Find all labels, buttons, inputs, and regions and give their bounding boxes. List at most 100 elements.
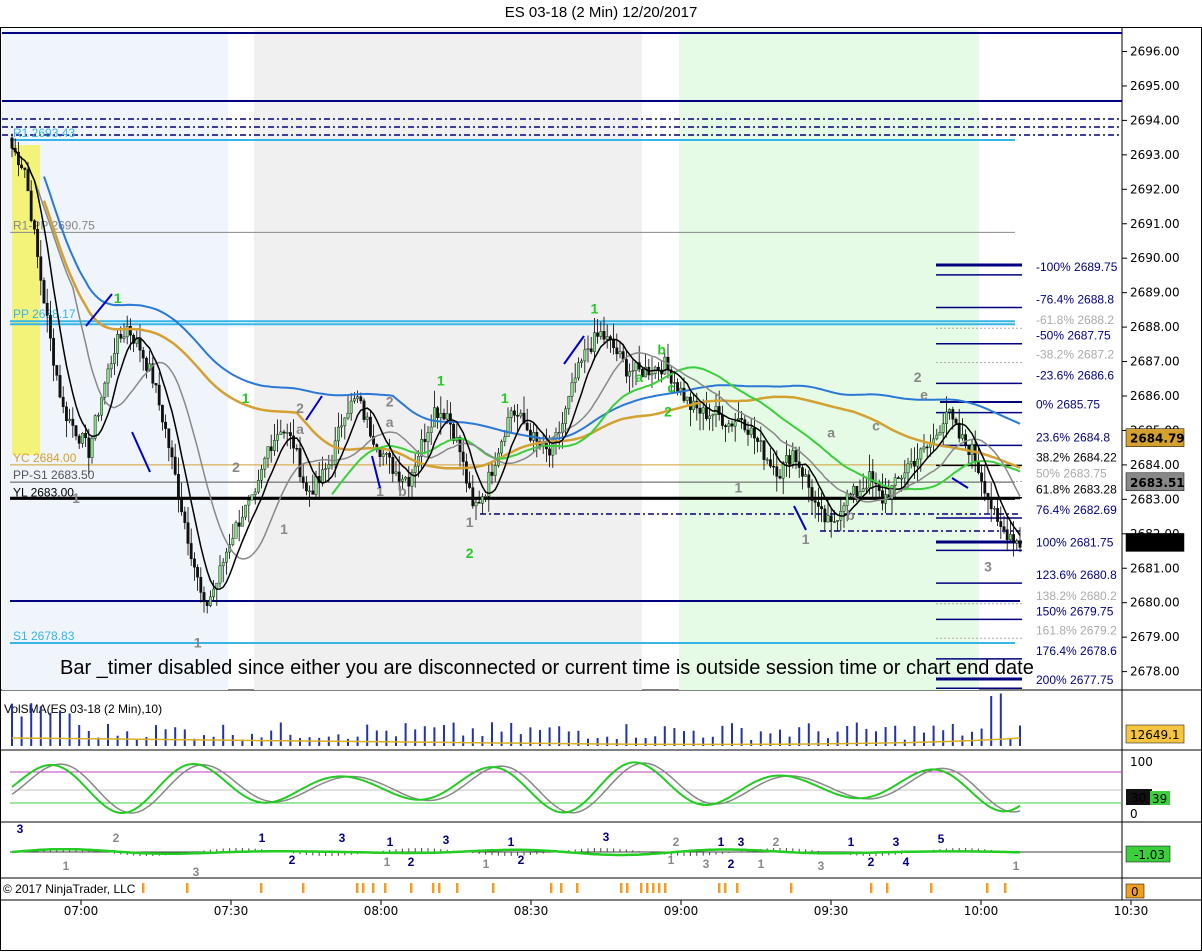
chart-canvas[interactable]: 2696.00 2695.00 2694.00 2693.00 2692.00 2691.… (0, 0, 1202, 952)
candle-body (84, 433, 88, 439)
volume-bar (462, 735, 465, 746)
macd-wave-label: 2 (673, 835, 680, 849)
price-tick-label: 2683.00 (1130, 492, 1180, 506)
fib-label: 0% 2685.75 (1036, 398, 1100, 412)
candle-body (724, 425, 728, 427)
candle-body (29, 190, 33, 221)
candle-body (186, 522, 190, 544)
timer-tick (870, 883, 873, 893)
candle-body (577, 362, 580, 379)
candle-body (833, 521, 836, 523)
candle-body (74, 425, 78, 437)
wave-label: b (657, 342, 666, 358)
candle-body (196, 566, 199, 578)
volume-label: VolSMA(ES 03-18 (2 Min),10) (4, 702, 162, 716)
candle-body (461, 451, 465, 462)
candle-body (484, 496, 487, 498)
candle-body (330, 464, 334, 466)
candle-body (804, 474, 808, 477)
volume-bar (299, 738, 301, 746)
volume-bar (1019, 725, 1021, 746)
candle-body (346, 412, 350, 419)
candle-body (36, 229, 40, 257)
candle-body (961, 434, 964, 439)
timer-notice: Bar _timer disabled since either you are… (60, 657, 1034, 679)
timer-tick (186, 883, 189, 893)
timer-tick (626, 883, 629, 893)
stoch-d-line (11, 762, 1021, 814)
volume-marker-label: 12649.1 (1130, 728, 1180, 742)
candle-body (999, 521, 1003, 527)
candle-body (452, 423, 455, 441)
timer-tick (790, 883, 793, 893)
timer-tick (886, 883, 889, 893)
volume-bar (596, 738, 599, 746)
candle-body (122, 336, 126, 339)
fib-label: 138.2% 2680.2 (1036, 589, 1117, 603)
candle-body (436, 407, 439, 418)
candle-body (365, 416, 369, 420)
candle-body (221, 562, 225, 567)
wave-label: 1 (194, 634, 202, 650)
timer-tick (652, 883, 655, 893)
candle-body (490, 471, 494, 476)
price-tick-label: 2684.00 (1130, 458, 1180, 472)
candle-body (801, 467, 804, 477)
time-tick-label: 07:30 (214, 904, 249, 918)
timer-tick (356, 883, 359, 893)
candle-body (919, 448, 923, 460)
timer-tick (620, 883, 623, 893)
volume-bar (951, 724, 954, 746)
candle-body (68, 418, 72, 422)
candle-body (973, 444, 977, 463)
candle-body (385, 452, 388, 455)
candle-body (295, 448, 299, 450)
macd-wave-label: 3 (738, 835, 745, 849)
candle-body (356, 396, 359, 399)
candle-body (189, 543, 193, 560)
candle-body (324, 468, 327, 470)
candle-body (1018, 540, 1022, 548)
candle-body (397, 471, 401, 482)
macd-wave-label: 3 (703, 857, 710, 871)
candle-body (785, 455, 788, 463)
candle-body (711, 414, 715, 417)
wave-label: 1 (591, 300, 599, 316)
candle-body (807, 474, 811, 488)
volume-bar (999, 693, 1002, 746)
candle-body (705, 407, 708, 419)
candle-body (128, 326, 132, 336)
price-tick-label: 2692.00 (1130, 182, 1180, 196)
volume-bar (347, 738, 349, 746)
fib-label: 100% 2681.75 (1036, 535, 1114, 549)
candle-body (749, 427, 753, 435)
timer-tick (1004, 883, 1007, 893)
candle-body (845, 493, 849, 506)
candle-body (349, 400, 353, 414)
volume-bar (164, 729, 167, 746)
candle-body (599, 331, 603, 337)
macd-wave-label: 2 (728, 857, 735, 871)
candle-body (477, 501, 481, 504)
macd-wave-label: 3 (193, 865, 200, 879)
candle-body (765, 459, 769, 461)
candle-body (820, 506, 824, 510)
volume-bar (270, 730, 273, 746)
candle-body (33, 220, 36, 230)
timer-tick (560, 883, 563, 893)
candle-body (733, 421, 737, 427)
candle-body (308, 490, 311, 493)
wave-label: 1 (72, 490, 80, 506)
volume-bar (519, 734, 522, 746)
candle-body (154, 383, 158, 386)
candle-body (1012, 534, 1016, 544)
wave-label: 1 (501, 390, 509, 406)
candle-body (388, 452, 391, 458)
candle-body (970, 444, 974, 456)
volume-bar (385, 730, 388, 746)
candle-body (794, 450, 798, 463)
candle-body (685, 396, 689, 401)
volume-bar (222, 724, 225, 746)
pivot-label: YL 2683.00 (13, 485, 74, 499)
timer-tick (576, 883, 579, 893)
